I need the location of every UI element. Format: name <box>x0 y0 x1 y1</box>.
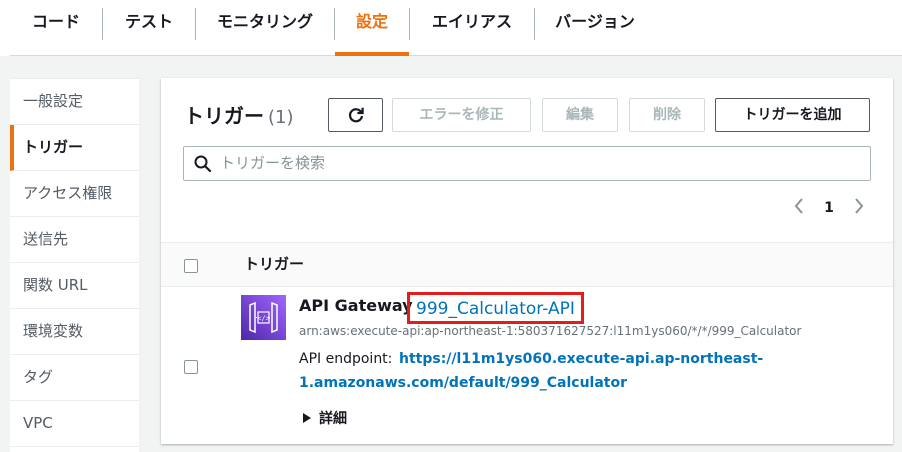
settings-sidebar: 一般設定 トリガー アクセス権限 送信先 関数 URL 環境変数 タグ VPC <box>10 78 139 452</box>
select-all-checkbox[interactable] <box>184 259 198 273</box>
trigger-name-link[interactable]: 999_Calculator-API <box>407 292 584 324</box>
table-header: トリガー <box>161 242 893 287</box>
row-checkbox[interactable] <box>184 360 198 374</box>
sidebar-item-env-vars[interactable]: 環境変数 <box>10 309 139 355</box>
page-number[interactable]: 1 <box>821 196 837 220</box>
sidebar-item-tags[interactable]: タグ <box>10 355 139 401</box>
panel-title-text: トリガー <box>184 104 264 128</box>
sidebar-item-destinations[interactable]: 送信先 <box>10 217 139 263</box>
trigger-arn: arn:aws:execute-api:ap-northeast-1:58037… <box>299 324 802 338</box>
column-header-trigger: トリガー <box>244 255 305 273</box>
sidebar-item-function-url[interactable]: 関数 URL <box>10 263 139 309</box>
details-label: 詳細 <box>319 411 347 427</box>
delete-button[interactable]: 削除 <box>629 98 705 132</box>
tab-bar-border <box>10 55 902 56</box>
endpoint-link-continued[interactable]: 1.amazonaws.com/default/999_Calculator <box>299 375 627 391</box>
search-input[interactable]: トリガーを検索 <box>183 146 871 181</box>
trigger-service-name: API Gateway <box>299 296 413 315</box>
tab-bar: コード テスト モニタリング 設定 エイリアス バージョン <box>0 0 902 56</box>
refresh-icon <box>348 107 364 123</box>
trigger-count: (1) <box>268 107 294 128</box>
active-tab-indicator <box>335 52 409 56</box>
search-placeholder: トリガーを検索 <box>220 154 326 172</box>
api-gateway-icon: </> <box>241 295 286 340</box>
fix-errors-button[interactable]: エラーを修正 <box>392 98 531 132</box>
panel-title: トリガー (1) <box>184 100 294 129</box>
svg-text:</>: </> <box>257 315 270 323</box>
tab-monitoring[interactable]: モニタリング <box>196 0 334 44</box>
search-icon <box>194 155 212 173</box>
edit-button[interactable]: 編集 <box>542 98 618 132</box>
sidebar-item-general[interactable]: 一般設定 <box>10 79 139 125</box>
tab-versions[interactable]: バージョン <box>535 0 655 44</box>
add-trigger-button[interactable]: トリガーを追加 <box>715 98 870 132</box>
chevron-left-icon[interactable] <box>791 196 807 220</box>
tab-aliases[interactable]: エイリアス <box>410 0 534 44</box>
tab-test[interactable]: テスト <box>103 0 195 44</box>
endpoint-link[interactable]: https://l11m1ys060.execute-api.ap-northe… <box>399 351 763 367</box>
caret-right-icon <box>303 413 311 423</box>
sidebar-item-vpc[interactable]: VPC <box>10 401 139 447</box>
chevron-right-icon[interactable] <box>851 196 867 220</box>
tab-code[interactable]: コード <box>10 0 102 44</box>
triggers-panel: トリガー (1) エラーを修正 編集 削除 トリガーを追加 トリガーを検索 1 ト… <box>161 78 893 444</box>
details-toggle[interactable]: 詳細 <box>303 408 347 428</box>
refresh-button[interactable] <box>328 98 383 132</box>
sidebar-item-permissions[interactable]: アクセス権限 <box>10 171 139 217</box>
sidebar-item-triggers[interactable]: トリガー <box>10 125 139 171</box>
tab-settings[interactable]: 設定 <box>335 0 409 44</box>
endpoint-label: API endpoint: <box>299 351 393 367</box>
